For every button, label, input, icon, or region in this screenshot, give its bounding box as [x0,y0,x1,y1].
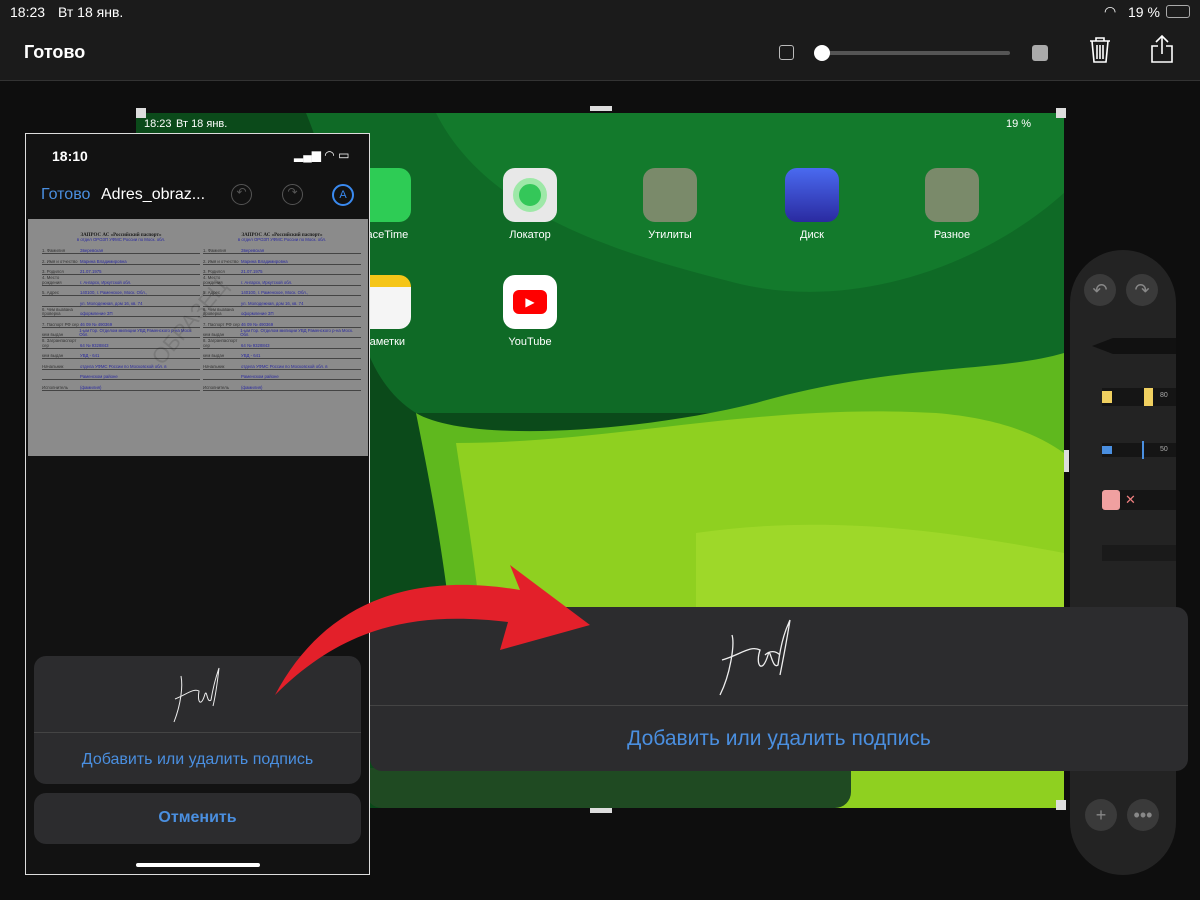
doc-field: Раменском районе [203,374,361,381]
redo-icon[interactable]: ↷ [282,184,303,205]
crop-handle[interactable] [590,106,612,111]
doc-field: 3. Родился 21.07.1975 [42,269,200,276]
doc-field: 5. Адрес 140100, г. Раменское, Моск. Обл.… [42,290,200,297]
markup-toolbar: Готово [0,24,1200,81]
add-remove-signature-button[interactable]: Добавить или удалить подпись [34,751,361,769]
app-youtube[interactable]: ▶ YouTube [503,275,557,348]
doc-field: 2. Имя и отчество Марина Владимировна [42,259,200,265]
doc-field: 3. Родился 21.07.1975 [203,269,361,276]
crop-handle[interactable] [1056,800,1066,810]
wifi-icon: ◠ [1104,3,1117,19]
locator-icon [513,178,547,212]
doc-field: 1. Фамилия Зверевская [42,248,200,255]
slider-knob[interactable] [814,45,830,61]
status-date: Вт 18 янв. [58,4,124,20]
doc-subtitle: в отдел ОРОЗП УФМС России по Моск. обл. [76,237,166,242]
phone-screenshot: 18:10 ▂▄▆ ◠ ▭ Готово Adres_obraz... ↶ ↷ … [25,133,370,875]
doc-field: Исполнитель (фамилия) [42,385,200,391]
x-icon: ✕ [1125,492,1136,507]
ipad-date: Вт 18 янв. [176,118,228,130]
doc-field: ул. Молодежная, дом 16, кв. 74 [42,301,200,307]
doc-field: 1. Фамилия Зверевская [203,248,361,255]
document-title: Adres_obraz... [101,186,206,203]
phone-done-button[interactable]: Готово [41,186,90,204]
folder-misc[interactable]: Разное [925,168,979,241]
opacity-max-icon [1032,45,1048,61]
opacity-slider[interactable] [814,45,1010,61]
eraser-tool[interactable]: ✕ [1102,490,1176,510]
phone-time: 18:10 [52,148,88,164]
undo-icon[interactable]: ↶ [231,184,252,205]
signature-image[interactable] [169,664,224,724]
doc-field: 2. Имя и отчество Марина Владимировна [203,259,361,265]
add-button[interactable]: + [1085,799,1117,831]
crop-handle[interactable] [1064,450,1069,472]
doc-subtitle: в отдел ОРОЗП УФМС России по Моск. обл. [237,237,327,242]
battery-icon [1166,5,1190,18]
markup-icon[interactable]: A [332,184,354,206]
undo-button[interactable]: ↶ [1084,274,1116,306]
cancel-button[interactable]: Отменить [34,793,361,844]
doc-field: 6. Чем вызвана проверка оформление ЗП [203,307,361,318]
doc-field: Раменском районе [42,374,200,381]
add-remove-signature-button[interactable]: Добавить или удалить подпись [370,727,1188,751]
red-arrow [275,565,590,695]
dock [366,768,851,808]
pencil-tool[interactable]: 50 [1102,441,1176,459]
done-button[interactable]: Готово [24,42,85,63]
doc-field: 4. Место рождения г. Ангарск, Иркутской о… [42,276,200,286]
document-preview: ЗАПРОС АС «Российский паспорт» в отдел ОР… [28,219,368,456]
tool-palette: ↶ ↷ 80 50 ✕ + ••• [1070,250,1176,875]
redo-button[interactable]: ↷ [1126,274,1158,306]
status-bar: 18:23 Вт 18 янв. ◠ 19 % [0,0,1200,24]
signal-wifi-battery-icon: ▂▄▆ ◠ ▭ [294,148,350,162]
doc-field: ул. Молодежная, дом 16, кв. 74 [203,301,361,307]
lasso-tool[interactable] [1102,545,1176,561]
app-disk[interactable]: Диск [785,168,839,241]
crop-handle[interactable] [1056,108,1066,118]
marker-tool[interactable]: 80 [1102,388,1176,406]
signature-image[interactable] [710,615,800,700]
more-button[interactable]: ••• [1127,799,1159,831]
divider [34,732,361,733]
home-indicator [136,863,260,867]
doc-field: 7. Паспорт РФ сер 46 09 № 490369 [203,322,361,328]
cancel-label: Отменить [158,809,237,826]
crop-handle[interactable] [590,808,612,813]
doc-field: Исполнитель (фамилия) [203,385,361,391]
status-time: 18:23 [10,4,46,20]
pen-tool[interactable] [1092,338,1176,354]
doc-field: Начальник отдела УФМС России по Московско… [203,364,361,370]
app-locator[interactable]: Локатор [503,168,557,241]
ipad-time: 18:23 [144,118,172,130]
battery-percent: 19 % [1128,4,1160,20]
opacity-min-icon [779,45,794,60]
share-icon[interactable] [1150,34,1174,64]
ipad-battery: 19 % [1006,118,1032,130]
crop-handle[interactable] [136,108,146,118]
folder-utilities[interactable]: Утилиты [643,168,697,241]
doc-field: Начальник отдела УФМС России по Московско… [42,364,200,370]
doc-field: 8. Загранпаспорт сер 64 № 9328843 [203,339,361,349]
doc-field: кем выдан УВД - 641 [203,353,361,360]
trash-icon[interactable] [1089,36,1111,64]
play-icon: ▶ [513,290,547,314]
